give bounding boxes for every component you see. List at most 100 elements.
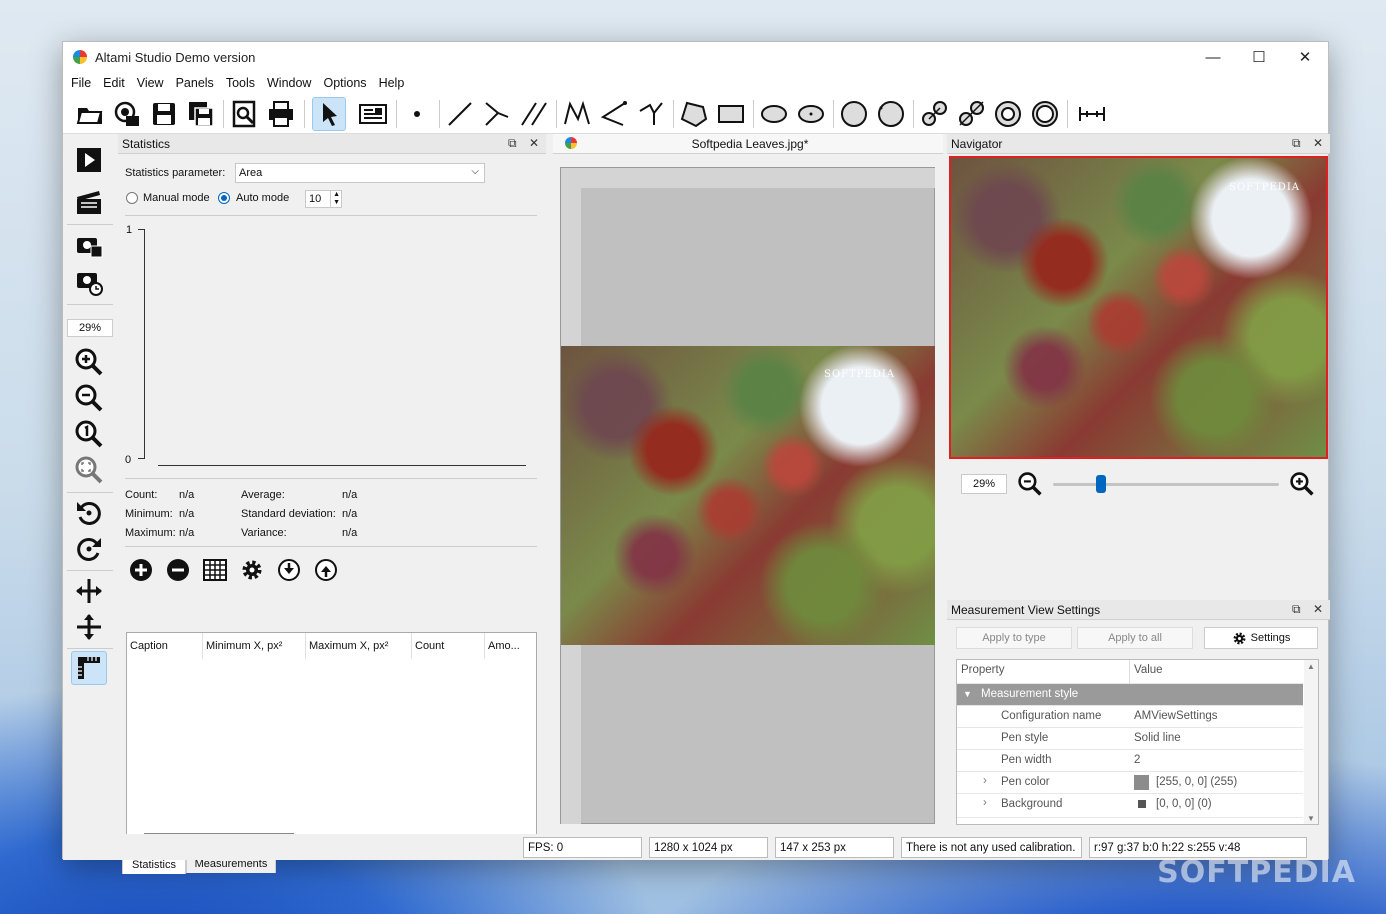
menu-view[interactable]: View bbox=[131, 76, 170, 90]
column-caption[interactable]: Caption bbox=[127, 633, 203, 659]
maximize-button[interactable]: ☐ bbox=[1236, 42, 1282, 72]
minimize-button[interactable]: — bbox=[1190, 42, 1236, 72]
scale-bar-icon[interactable] bbox=[1075, 97, 1109, 131]
menu-options[interactable]: Options bbox=[317, 76, 372, 90]
menu-panels[interactable]: Panels bbox=[170, 76, 220, 90]
apply-to-all-button[interactable]: Apply to all bbox=[1077, 627, 1193, 649]
auto-count-spinbox[interactable]: 10 ▲ ▼ bbox=[305, 190, 342, 208]
angle-tool-icon[interactable] bbox=[597, 97, 631, 131]
ring-tool-icon[interactable] bbox=[1028, 97, 1062, 131]
leaves-image[interactable]: SOFTPEDIA bbox=[561, 346, 935, 645]
column-maximum-x[interactable]: Maximum X, px² bbox=[306, 633, 412, 659]
circle-distance-icon[interactable] bbox=[917, 97, 951, 131]
menu-edit[interactable]: Edit bbox=[97, 76, 131, 90]
remove-icon[interactable] bbox=[165, 557, 191, 583]
print-icon[interactable] bbox=[264, 97, 298, 131]
document-tab[interactable]: Softpedia Leaves.jpg* bbox=[553, 134, 943, 154]
apply-to-type-button[interactable]: Apply to type bbox=[956, 627, 1072, 649]
table-view-icon[interactable] bbox=[202, 557, 228, 583]
zoom-out-icon[interactable] bbox=[71, 381, 107, 415]
play-icon[interactable] bbox=[71, 143, 107, 177]
timelapse-camera-icon[interactable] bbox=[71, 265, 107, 299]
chevron-right-icon[interactable]: › bbox=[983, 775, 987, 787]
clapperboard-icon[interactable] bbox=[71, 185, 107, 219]
save-all-icon[interactable] bbox=[184, 97, 218, 131]
open-folder-icon[interactable] bbox=[73, 97, 107, 131]
property-grid[interactable]: Property Value ▼ Measurement style Confi… bbox=[956, 659, 1319, 825]
panel-close-icon[interactable]: ✕ bbox=[1313, 136, 1323, 150]
circle-three-point-icon[interactable] bbox=[874, 97, 908, 131]
panel-close-icon[interactable]: ✕ bbox=[529, 136, 539, 150]
zoom-actual-size-icon[interactable] bbox=[71, 417, 107, 451]
chevron-right-icon[interactable]: › bbox=[983, 797, 987, 809]
property-row[interactable]: › Background [0, 0, 0] (0) bbox=[957, 794, 1303, 818]
statistics-parameter-select[interactable]: Area ⌵ bbox=[235, 163, 485, 183]
circle-tool-icon[interactable] bbox=[837, 97, 871, 131]
column-amount[interactable]: Amo... bbox=[485, 633, 535, 659]
zoom-fit-icon[interactable] bbox=[71, 453, 107, 487]
manual-mode-radio[interactable] bbox=[126, 192, 138, 204]
save-icon[interactable] bbox=[147, 97, 181, 131]
add-icon[interactable] bbox=[128, 557, 154, 583]
print-preview-icon[interactable] bbox=[227, 97, 261, 131]
menu-help[interactable]: Help bbox=[373, 76, 411, 90]
move-down-icon[interactable] bbox=[276, 557, 302, 583]
settings-button[interactable]: Settings bbox=[1204, 627, 1318, 649]
chevron-down-icon: ▼ bbox=[963, 689, 972, 699]
statistics-table[interactable]: Caption Minimum X, px² Maximum X, px² Co… bbox=[126, 632, 537, 844]
text-annotation-icon[interactable] bbox=[356, 97, 390, 131]
property-row[interactable]: Pen style Solid line bbox=[957, 728, 1303, 750]
undock-icon[interactable]: ⧉ bbox=[508, 136, 517, 151]
scroll-up-icon[interactable]: ▲ bbox=[1307, 662, 1315, 671]
concentric-circles-icon[interactable] bbox=[991, 97, 1025, 131]
column-minimum-x[interactable]: Minimum X, px² bbox=[203, 633, 306, 659]
rotate-right-icon[interactable] bbox=[71, 532, 107, 566]
minimum-label: Minimum: bbox=[125, 508, 173, 520]
ellipse-tool-icon[interactable] bbox=[757, 97, 791, 131]
navigator-zoom-in-icon[interactable] bbox=[1289, 471, 1315, 497]
zoom-in-icon[interactable] bbox=[71, 345, 107, 379]
rotate-left-icon[interactable] bbox=[71, 496, 107, 530]
point-tool-icon[interactable] bbox=[400, 97, 434, 131]
polygon-tool-icon[interactable] bbox=[677, 97, 711, 131]
navigator-zoom-slider[interactable] bbox=[1053, 475, 1279, 493]
undock-icon[interactable]: ⧉ bbox=[1292, 136, 1301, 151]
ruler-icon[interactable] bbox=[71, 651, 107, 685]
vertical-scrollbar[interactable]: ▲ ▼ bbox=[1304, 660, 1318, 824]
move-up-icon[interactable] bbox=[313, 557, 339, 583]
undock-icon[interactable]: ⧉ bbox=[1292, 602, 1301, 617]
flip-horizontal-icon[interactable] bbox=[71, 574, 107, 608]
navigator-preview[interactable]: SOFTPEDIA bbox=[949, 156, 1328, 459]
image-viewport[interactable]: SOFTPEDIA bbox=[560, 167, 935, 824]
panel-close-icon[interactable]: ✕ bbox=[1313, 602, 1323, 616]
spin-arrows-icon[interactable]: ▲ ▼ bbox=[330, 191, 340, 207]
camera-globe-icon[interactable] bbox=[110, 97, 144, 131]
three-point-angle-icon[interactable] bbox=[634, 97, 668, 131]
ellipse-points-tool-icon[interactable] bbox=[794, 97, 828, 131]
rectangle-tool-icon[interactable] bbox=[714, 97, 748, 131]
column-count[interactable]: Count bbox=[412, 633, 485, 659]
zoom-level-field[interactable]: 29% bbox=[67, 319, 113, 337]
circle-distance-alt-icon[interactable] bbox=[954, 97, 988, 131]
auto-mode-radio[interactable] bbox=[218, 192, 230, 204]
menu-window[interactable]: Window bbox=[261, 76, 317, 90]
navigator-zoom-field[interactable]: 29% bbox=[961, 474, 1007, 494]
menu-file[interactable]: File bbox=[65, 76, 97, 90]
close-button[interactable]: ✕ bbox=[1282, 42, 1328, 72]
group-measurement-style[interactable]: ▼ Measurement style bbox=[957, 684, 1303, 706]
parallel-lines-tool-icon[interactable] bbox=[517, 97, 551, 131]
line-tool-icon[interactable] bbox=[443, 97, 477, 131]
slider-thumb[interactable] bbox=[1096, 475, 1107, 493]
angle-line-tool-icon[interactable] bbox=[480, 97, 514, 131]
property-row[interactable]: Configuration name AMViewSettings bbox=[957, 706, 1303, 728]
scroll-down-icon[interactable]: ▼ bbox=[1307, 814, 1315, 823]
snapshot-camera-icon[interactable] bbox=[71, 228, 107, 262]
property-row[interactable]: › Pen color [255, 0, 0] (255) bbox=[957, 772, 1303, 794]
polyline-tool-icon[interactable] bbox=[560, 97, 594, 131]
select-pointer-icon[interactable] bbox=[312, 97, 346, 131]
menu-tools[interactable]: Tools bbox=[220, 76, 261, 90]
navigator-zoom-out-icon[interactable] bbox=[1017, 471, 1043, 497]
flip-vertical-icon[interactable] bbox=[71, 610, 107, 644]
property-row[interactable]: Pen width 2 bbox=[957, 750, 1303, 772]
gear-icon[interactable] bbox=[239, 557, 265, 583]
